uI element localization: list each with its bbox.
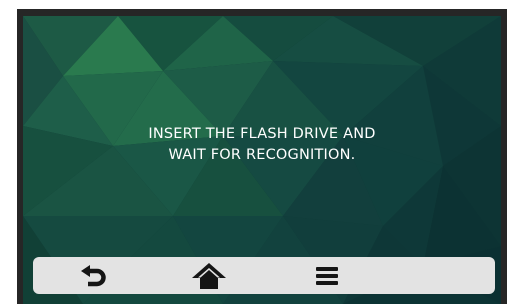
- back-button[interactable]: [63, 257, 123, 294]
- instruction-message: INSERT THE FLASH DRIVE AND WAIT FOR RECO…: [23, 124, 501, 166]
- home-button[interactable]: [179, 257, 239, 294]
- home-icon: [192, 262, 226, 289]
- menu-icon: [316, 266, 338, 285]
- instruction-line-1: INSERT THE FLASH DRIVE AND: [148, 126, 376, 142]
- instruction-line-2: WAIT FOR RECOGNITION.: [168, 147, 356, 163]
- menu-button[interactable]: [297, 257, 357, 294]
- back-arrow-icon: [81, 264, 106, 286]
- bottom-navigation-bar: [33, 257, 495, 294]
- screen: INSERT THE FLASH DRIVE AND WAIT FOR RECO…: [23, 16, 501, 304]
